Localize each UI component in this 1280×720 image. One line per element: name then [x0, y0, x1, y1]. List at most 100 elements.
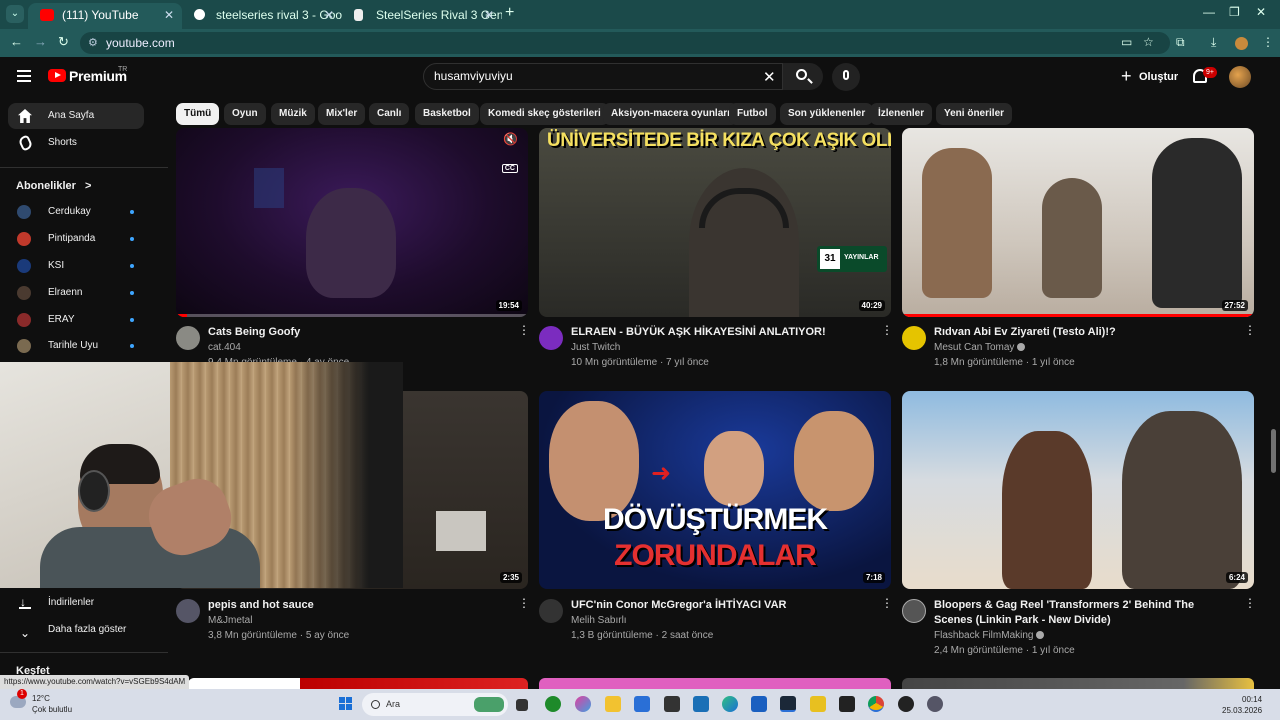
video-title[interactable]: pepis and hot sauce — [208, 598, 508, 613]
sidebar-subscription[interactable]: Pintipanda — [8, 226, 144, 252]
app-icon[interactable] — [839, 696, 855, 712]
task-view-icon[interactable] — [516, 699, 528, 711]
settings-gear-icon[interactable] — [927, 696, 943, 712]
sidebar-subscription[interactable]: KSI — [8, 253, 144, 279]
chip-all[interactable]: Tümü — [176, 103, 220, 125]
tab-search-menu[interactable]: ⌄ — [6, 5, 24, 23]
site-info-icon[interactable]: ⚙ — [88, 32, 98, 54]
chip-watched[interactable]: İzlenenler — [870, 103, 933, 125]
url-field[interactable]: ⚙ youtube.com — [80, 32, 1170, 54]
system-clock[interactable]: 00:14 25.03.2026 — [1222, 694, 1262, 716]
sidebar-subscription[interactable]: ERAY — [8, 307, 144, 333]
sidebar-item-downloads[interactable]: İndirilenler — [8, 589, 144, 616]
clear-search-icon[interactable]: ✕ — [763, 68, 776, 86]
chip-recently-uploaded[interactable]: Son yüklenenler — [780, 103, 874, 125]
search-button[interactable] — [783, 63, 823, 90]
browser-tab-steelseries[interactable]: SteelSeries Rival 3 Gen 2 Beyaz ✕ — [342, 3, 502, 29]
download-icon[interactable]: ⤓ — [1211, 35, 1216, 50]
profile-icon[interactable] — [1235, 37, 1248, 50]
sidebar-subscription[interactable]: Elraenn — [8, 280, 144, 306]
more-options-icon[interactable]: ⋮ — [518, 597, 530, 609]
sidebar-subscription[interactable]: Tarihle Uyu — [8, 333, 144, 359]
chip-action-adventure[interactable]: Aksiyon-macera oyunları — [603, 103, 738, 125]
more-options-icon[interactable]: ⋮ — [881, 597, 893, 609]
playback-progress-bar[interactable] — [176, 314, 528, 317]
channel-avatar[interactable] — [539, 599, 563, 623]
video-thumbnail[interactable]: 🔇 CC 19:54 — [176, 128, 528, 317]
channel-name[interactable]: Flashback FilmMaking — [934, 630, 1045, 641]
channel-name[interactable]: M&Jmetal — [208, 615, 252, 626]
channel-avatar[interactable] — [176, 326, 200, 350]
more-options-icon[interactable]: ⋮ — [1244, 324, 1256, 336]
video-thumbnail[interactable]: ÜNİVERSİTEDE BİR KIZA ÇOK AŞIK OLDUM... … — [539, 128, 891, 317]
vscode-icon[interactable] — [693, 696, 709, 712]
youtube-logo-icon[interactable] — [48, 69, 66, 82]
video-thumbnail[interactable]: ➜ DÖVÜŞTÜRMEK ZORUNDALAR 7:18 — [539, 391, 891, 589]
obs-icon[interactable] — [898, 696, 914, 712]
sidebar-subscription[interactable]: Cerdukay — [8, 199, 144, 225]
browser-tab-google[interactable]: steelseries rival 3 - Google'da A ✕ — [182, 3, 342, 29]
back-icon[interactable]: ← — [10, 34, 23, 49]
terminal-icon[interactable] — [810, 696, 826, 712]
chip-new-to-you[interactable]: Yeni öneriler — [936, 103, 1013, 125]
cast-icon[interactable]: ▭ — [1121, 35, 1132, 49]
channel-avatar[interactable] — [539, 326, 563, 350]
extensions-icon[interactable]: ⧉ — [1176, 35, 1185, 50]
windows-start-icon[interactable] — [339, 697, 353, 711]
video-title[interactable]: Rıdvan Abi Ev Ziyareti (Testo Ali)!? — [934, 325, 1234, 340]
video-thumbnail[interactable]: 27:52 — [902, 128, 1254, 317]
taskbar-search-input[interactable]: Ara — [362, 693, 508, 716]
chip-mixes[interactable]: Mix'ler — [318, 103, 366, 125]
channel-name[interactable]: cat.404 — [208, 342, 241, 353]
chip-comedy[interactable]: Komedi skeç gösterileri — [480, 103, 609, 125]
store-icon[interactable] — [634, 696, 650, 712]
file-explorer-icon[interactable] — [605, 696, 621, 712]
more-options-icon[interactable]: ⋮ — [881, 324, 893, 336]
channel-name[interactable]: Just Twitch — [571, 342, 620, 353]
mute-icon[interactable]: 🔇 — [503, 132, 518, 146]
video-thumbnail[interactable]: 6:24 — [902, 391, 1254, 589]
close-window-icon[interactable]: ✕ — [1256, 5, 1266, 19]
copilot-icon[interactable] — [575, 696, 591, 712]
chip-live[interactable]: Canlı — [369, 103, 410, 125]
page-scrollbar[interactable] — [1271, 429, 1276, 473]
captions-icon[interactable]: CC — [501, 164, 518, 173]
minimize-icon[interactable]: — — [1203, 5, 1215, 19]
channel-name[interactable]: Mesut Can Tomay — [934, 342, 1026, 353]
video-title[interactable]: UFC'nin Conor McGregor'a İHTİYACI VAR — [571, 598, 871, 613]
browser-tab-youtube[interactable]: (111) YouTube ✕ — [28, 3, 182, 29]
xbox-icon[interactable] — [545, 696, 561, 712]
sidebar-item-shorts[interactable]: Shorts — [8, 130, 144, 156]
new-tab-icon[interactable]: + — [505, 4, 514, 22]
sidebar-item-home[interactable]: Ana Sayfa — [8, 103, 144, 129]
more-options-icon[interactable]: ⋮ — [1244, 597, 1256, 609]
video-thumbnail-partial[interactable] — [539, 678, 891, 689]
chip-music[interactable]: Müzik — [271, 103, 315, 125]
search-input[interactable]: husamviyuviyu — [423, 63, 783, 90]
menu-icon[interactable] — [17, 70, 31, 82]
video-title[interactable]: Cats Being Goofy — [208, 325, 508, 340]
voice-search-button[interactable] — [832, 63, 860, 91]
video-title[interactable]: Bloopers & Gag Reel 'Transformers 2' Beh… — [934, 598, 1234, 628]
close-tab-icon[interactable]: ✕ — [484, 3, 494, 27]
sidebar-item-show-more[interactable]: ⌄ Daha fazla göster — [8, 617, 144, 643]
edge-icon[interactable] — [722, 696, 738, 712]
maximize-icon[interactable]: ❐ — [1229, 5, 1240, 19]
channel-name[interactable]: Melih Sabırlı — [571, 615, 627, 626]
steam-icon[interactable] — [780, 696, 796, 712]
chip-basketball[interactable]: Basketbol — [415, 103, 479, 125]
subscriptions-heading[interactable]: Abonelikler > — [16, 180, 91, 192]
browser-menu-icon[interactable]: ⋮ — [1262, 35, 1274, 49]
chip-football[interactable]: Futbol — [729, 103, 776, 125]
forward-icon[interactable]: → — [34, 34, 47, 49]
close-tab-icon[interactable]: ✕ — [324, 3, 334, 27]
channel-avatar[interactable] — [902, 326, 926, 350]
create-button[interactable]: + Oluştur — [1117, 66, 1182, 88]
chip-gaming[interactable]: Oyun — [224, 103, 266, 125]
channel-avatar[interactable] — [176, 599, 200, 623]
account-avatar[interactable] — [1229, 66, 1251, 88]
chrome-icon[interactable] — [868, 696, 884, 712]
close-tab-icon[interactable]: ✕ — [164, 3, 174, 27]
more-options-icon[interactable]: ⋮ — [518, 324, 530, 336]
reload-icon[interactable]: ↻ — [58, 34, 69, 50]
